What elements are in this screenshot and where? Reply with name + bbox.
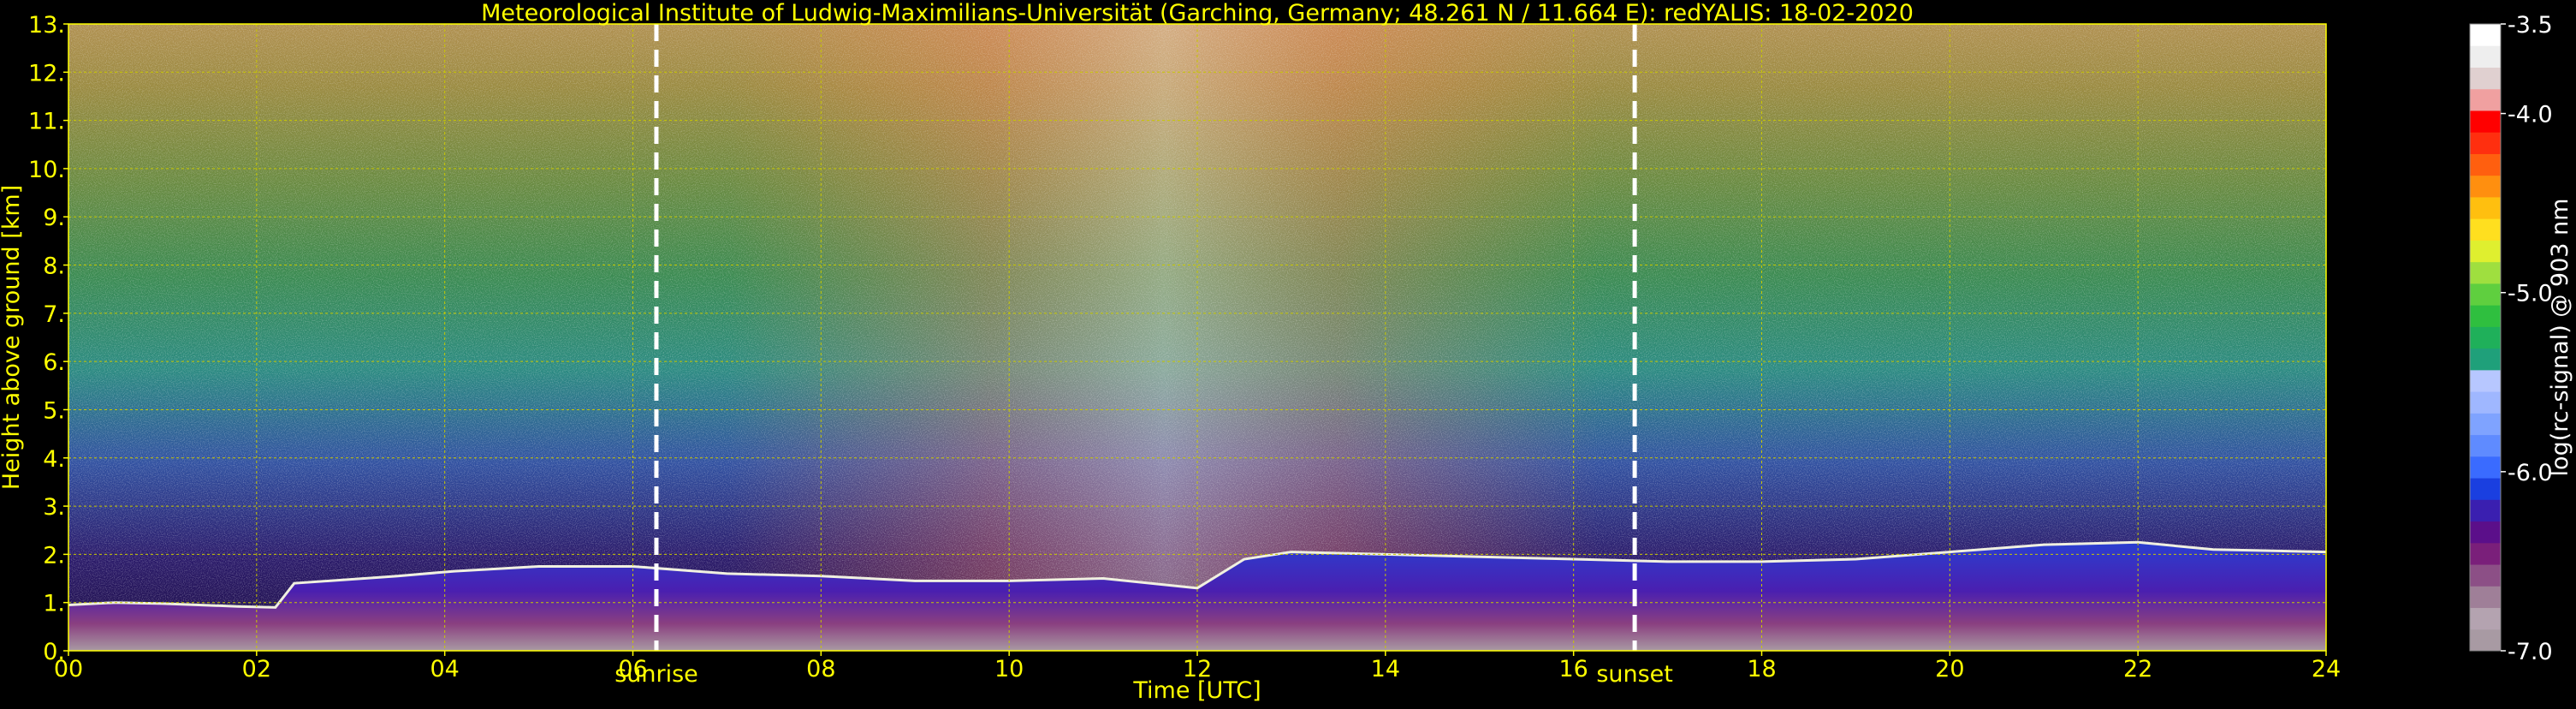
- x-tick-label: 22: [2123, 656, 2152, 682]
- colorbar-segment: [2470, 391, 2501, 414]
- y-tick-label: 13.: [28, 12, 65, 39]
- colorbar-segment: [2470, 348, 2501, 371]
- colorbar-segment: [2470, 45, 2501, 68]
- colorbar-segment: [2470, 521, 2501, 544]
- colorbar-tick-label: -6.0: [2508, 460, 2553, 486]
- x-tick-label: 16: [1558, 656, 1588, 682]
- figure-svg: 00 02 04 06 08 10 12 14 16 18 20 22 24 0.1.2.3.4.5.6…: [0, 0, 2573, 704]
- event-marker-label: sunrise: [614, 661, 698, 688]
- colorbar-segment: [2470, 24, 2501, 46]
- colorbar-segment: [2470, 67, 2501, 90]
- colorbar-segment: [2470, 478, 2501, 500]
- y-tick-label: 1.: [43, 591, 65, 617]
- colorbar-segment: [2470, 153, 2501, 176]
- colorbar-segment: [2470, 88, 2501, 111]
- x-tick-label: 04: [430, 656, 459, 682]
- colorbar-segment: [2470, 564, 2501, 587]
- y-tick-label: 6.: [43, 349, 65, 376]
- x-axis-label: Time [UTC]: [1132, 677, 1261, 704]
- x-tick-label: 18: [1747, 656, 1776, 682]
- colorbar-segment: [2470, 261, 2501, 284]
- colorbar-segment: [2470, 218, 2501, 241]
- x-tick-label: 24: [2312, 656, 2341, 682]
- y-tick-label: 9.: [43, 205, 65, 231]
- y-tick-label: 5.: [43, 397, 65, 424]
- x-tick-label: 08: [806, 656, 835, 682]
- y-tick-label: 10.: [28, 157, 65, 183]
- colorbar-segment: [2470, 326, 2501, 349]
- plot-area: [68, 24, 2326, 651]
- colorbar-tick-label: -7.0: [2508, 639, 2553, 665]
- colorbar-segment: [2470, 456, 2501, 479]
- colorbar-tick-label: -5.0: [2508, 281, 2553, 307]
- event-marker-label: sunset: [1596, 661, 1673, 688]
- x-tick-label: 14: [1371, 656, 1400, 682]
- colorbar-segment: [2470, 369, 2501, 392]
- y-tick-label: 4.: [43, 446, 65, 473]
- colorbar-segment: [2470, 240, 2501, 263]
- colorbar-segment: [2470, 196, 2501, 219]
- colorbar: [2469, 23, 2502, 652]
- colorbar-segment: [2470, 434, 2501, 457]
- colorbar-segment: [2470, 413, 2501, 436]
- colorbar-tick-label: -3.5: [2508, 12, 2553, 39]
- y-tick-label: 8.: [43, 253, 65, 280]
- colorbar-segment: [2470, 586, 2501, 609]
- chart-title: Meteorological Institute of Ludwig-Maxim…: [481, 0, 1914, 27]
- lidar-figure: 00 02 04 06 08 10 12 14 16 18 20 22 24 0. 1. 2. 3. 4. 5. 6…: [0, 0, 2576, 706]
- x-tick-label: 20: [1935, 656, 1964, 682]
- colorbar-ticks: -3.5 -4.0 -5.0 -6.0 -7.0: [2501, 12, 2553, 665]
- y-tick-label: 7.: [43, 301, 65, 328]
- y-tick-label: 12.: [28, 60, 65, 86]
- y-tick-label: 3.: [43, 494, 65, 521]
- colorbar-segment: [2470, 499, 2501, 522]
- y-tick-label: 2.: [43, 542, 65, 569]
- x-tick-label: 10: [994, 656, 1024, 682]
- colorbar-tick-label: -4.0: [2508, 102, 2553, 128]
- colorbar-segment: [2470, 542, 2501, 565]
- colorbar-segment: [2470, 607, 2501, 630]
- colorbar-segment: [2470, 629, 2501, 652]
- y-axis-label: Height above ground [km]: [0, 185, 25, 490]
- y-axis-ticks: 0. 1. 2. 3. 4. 5. 6. 7. 8. 9. 10. 11. 12. 13.: [28, 12, 68, 665]
- x-tick-label: 02: [242, 656, 271, 682]
- y-tick-label: 0.: [43, 639, 65, 665]
- colorbar-segment: [2470, 283, 2501, 306]
- colorbar-segment: [2470, 110, 2501, 133]
- y-tick-label: 11.: [28, 109, 65, 135]
- colorbar-segment: [2470, 132, 2501, 154]
- colorbar-segment: [2470, 305, 2501, 327]
- colorbar-label: log(rc-signal) @ 903 nm: [2547, 199, 2573, 477]
- colorbar-segment: [2470, 175, 2501, 198]
